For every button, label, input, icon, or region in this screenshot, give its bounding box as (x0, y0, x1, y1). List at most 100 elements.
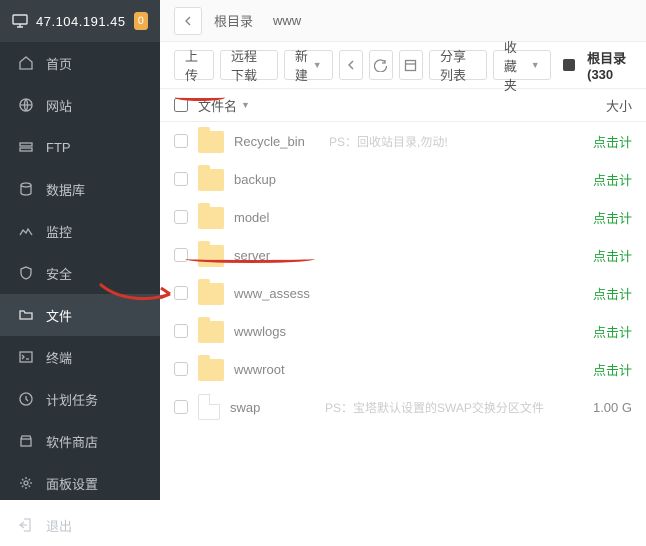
store-icon (18, 433, 34, 449)
row-checkbox[interactable] (174, 248, 188, 262)
toolbar: 上传 远程下载 新建▼ 分享列表 收藏夹▼ 根目录(330 (160, 42, 646, 88)
monitor-icon (12, 13, 28, 29)
file-size[interactable]: 点击计 (593, 246, 632, 265)
folder-icon (198, 131, 224, 153)
shield-icon (18, 265, 34, 281)
sidebar-item-ftp[interactable]: FTP (0, 126, 160, 168)
row-checkbox[interactable] (174, 324, 188, 338)
table-row[interactable]: wwwroot 点击计 (160, 350, 646, 388)
file-name: Recycle_bin (234, 134, 319, 149)
select-all-checkbox[interactable] (174, 98, 188, 112)
file-size[interactable]: 点击计 (593, 284, 632, 303)
gear-icon (18, 475, 34, 491)
file-size[interactable]: 1.00 G (593, 400, 632, 415)
favorites-button[interactable]: 收藏夹▼ (493, 50, 551, 80)
file-name: wwwroot (234, 362, 319, 377)
sidebar-item-db[interactable]: 数据库 (0, 168, 160, 210)
file-size[interactable]: 点击计 (593, 170, 632, 189)
row-checkbox[interactable] (174, 286, 188, 300)
sidebar-item-label: 软件商店 (46, 432, 98, 451)
row-checkbox[interactable] (174, 172, 188, 186)
folder-icon (198, 207, 224, 229)
globe-icon (18, 97, 34, 113)
table-row[interactable]: www_assess 点击计 (160, 274, 646, 312)
main-panel: 根目录 www 上传 远程下载 新建▼ 分享列表 收藏夹▼ 根目录(330 文件… (160, 0, 646, 500)
disk-label: 根目录(330 (587, 48, 632, 82)
share-list-button[interactable]: 分享列表 (429, 50, 487, 80)
caret-down-icon: ▼ (313, 60, 322, 70)
file-note: PS：宝塔默认设置的SWAP交换分区文件 (325, 399, 544, 416)
file-size[interactable]: 点击计 (593, 360, 632, 379)
col-filename[interactable]: 文件名▼ (198, 96, 574, 115)
sidebar-item-gear[interactable]: 面板设置 (0, 462, 160, 504)
breadcrumb-seg[interactable]: www (265, 9, 309, 32)
upload-button[interactable]: 上传 (174, 50, 214, 80)
sidebar-item-label: 退出 (46, 516, 72, 535)
new-button[interactable]: 新建▼ (284, 50, 333, 80)
undo-button[interactable] (339, 50, 363, 80)
file-name: swap (230, 400, 315, 415)
row-checkbox[interactable] (174, 210, 188, 224)
file-size[interactable]: 点击计 (593, 322, 632, 341)
folder-icon (198, 283, 224, 305)
sidebar-item-exit[interactable]: 退出 (0, 504, 160, 546)
sort-icon: ▼ (241, 100, 250, 110)
file-name: server (234, 248, 319, 263)
folder-icon (198, 321, 224, 343)
col-size[interactable]: 大小 (584, 96, 632, 115)
file-name: backup (234, 172, 319, 187)
file-size[interactable]: 点击计 (593, 208, 632, 227)
sidebar-item-store[interactable]: 软件商店 (0, 420, 160, 462)
terminal-icon (18, 349, 34, 365)
sidebar-item-terminal[interactable]: 终端 (0, 336, 160, 378)
breadcrumb-root[interactable]: 根目录 (206, 7, 261, 34)
file-icon (198, 394, 220, 420)
notification-badge[interactable]: 0 (134, 12, 148, 30)
server-ip: 47.104.191.45 (36, 14, 126, 29)
disk-icon (563, 59, 575, 71)
sidebar-item-label: FTP (46, 140, 71, 155)
row-checkbox[interactable] (174, 134, 188, 148)
row-checkbox[interactable] (174, 400, 188, 414)
sidebar-item-label: 数据库 (46, 180, 85, 199)
monitor-icon (18, 223, 34, 239)
sidebar-item-monitor[interactable]: 监控 (0, 210, 160, 252)
folder-icon (198, 359, 224, 381)
sidebar-item-globe[interactable]: 网站 (0, 84, 160, 126)
breadcrumb: 根目录 www (160, 0, 646, 42)
sidebar-item-clock[interactable]: 计划任务 (0, 378, 160, 420)
row-checkbox[interactable] (174, 362, 188, 376)
table-row[interactable]: model 点击计 (160, 198, 646, 236)
table-row[interactable]: wwwlogs 点击计 (160, 312, 646, 350)
table-row[interactable]: backup 点击计 (160, 160, 646, 198)
back-button[interactable] (174, 7, 202, 35)
ftp-icon (18, 139, 34, 155)
folder-icon (198, 169, 224, 191)
table-row[interactable]: Recycle_bin PS：回收站目录,勿动! 点击计 (160, 122, 646, 160)
remote-download-button[interactable]: 远程下载 (220, 50, 278, 80)
file-list: Recycle_binPS：回收站目录,勿动!点击计backup点击计model… (160, 122, 646, 426)
caret-down-icon: ▼ (531, 60, 540, 70)
sidebar-item-folder[interactable]: 文件 (0, 294, 160, 336)
table-header: 文件名▼ 大小 (160, 88, 646, 122)
file-size[interactable]: 点击计 (593, 132, 632, 151)
file-note: PS：回收站目录,勿动! (329, 133, 448, 150)
file-name: www_assess (234, 286, 319, 301)
sidebar: 47.104.191.45 0 首页网站 FTP 数据库监控安全文件终端计划任务软件… (0, 0, 160, 500)
sidebar-item-label: 文件 (46, 306, 72, 325)
sidebar-item-shield[interactable]: 安全 (0, 252, 160, 294)
file-name: model (234, 210, 319, 225)
file-name: wwwlogs (234, 324, 319, 339)
sidebar-item-label: 首页 (46, 54, 72, 73)
view-button[interactable] (399, 50, 423, 80)
sidebar-item-label: 安全 (46, 264, 72, 283)
sidebar-item-home[interactable]: 首页 (0, 42, 160, 84)
sidebar-header: 47.104.191.45 0 (0, 0, 160, 42)
table-row[interactable]: swap PS：宝塔默认设置的SWAP交换分区文件 1.00 G (160, 388, 646, 426)
sidebar-item-label: 计划任务 (46, 390, 98, 409)
sidebar-item-label: 网站 (46, 96, 72, 115)
folder-icon (18, 307, 34, 323)
exit-icon (18, 517, 34, 533)
table-row[interactable]: server 点击计 (160, 236, 646, 274)
refresh-button[interactable] (369, 50, 393, 80)
